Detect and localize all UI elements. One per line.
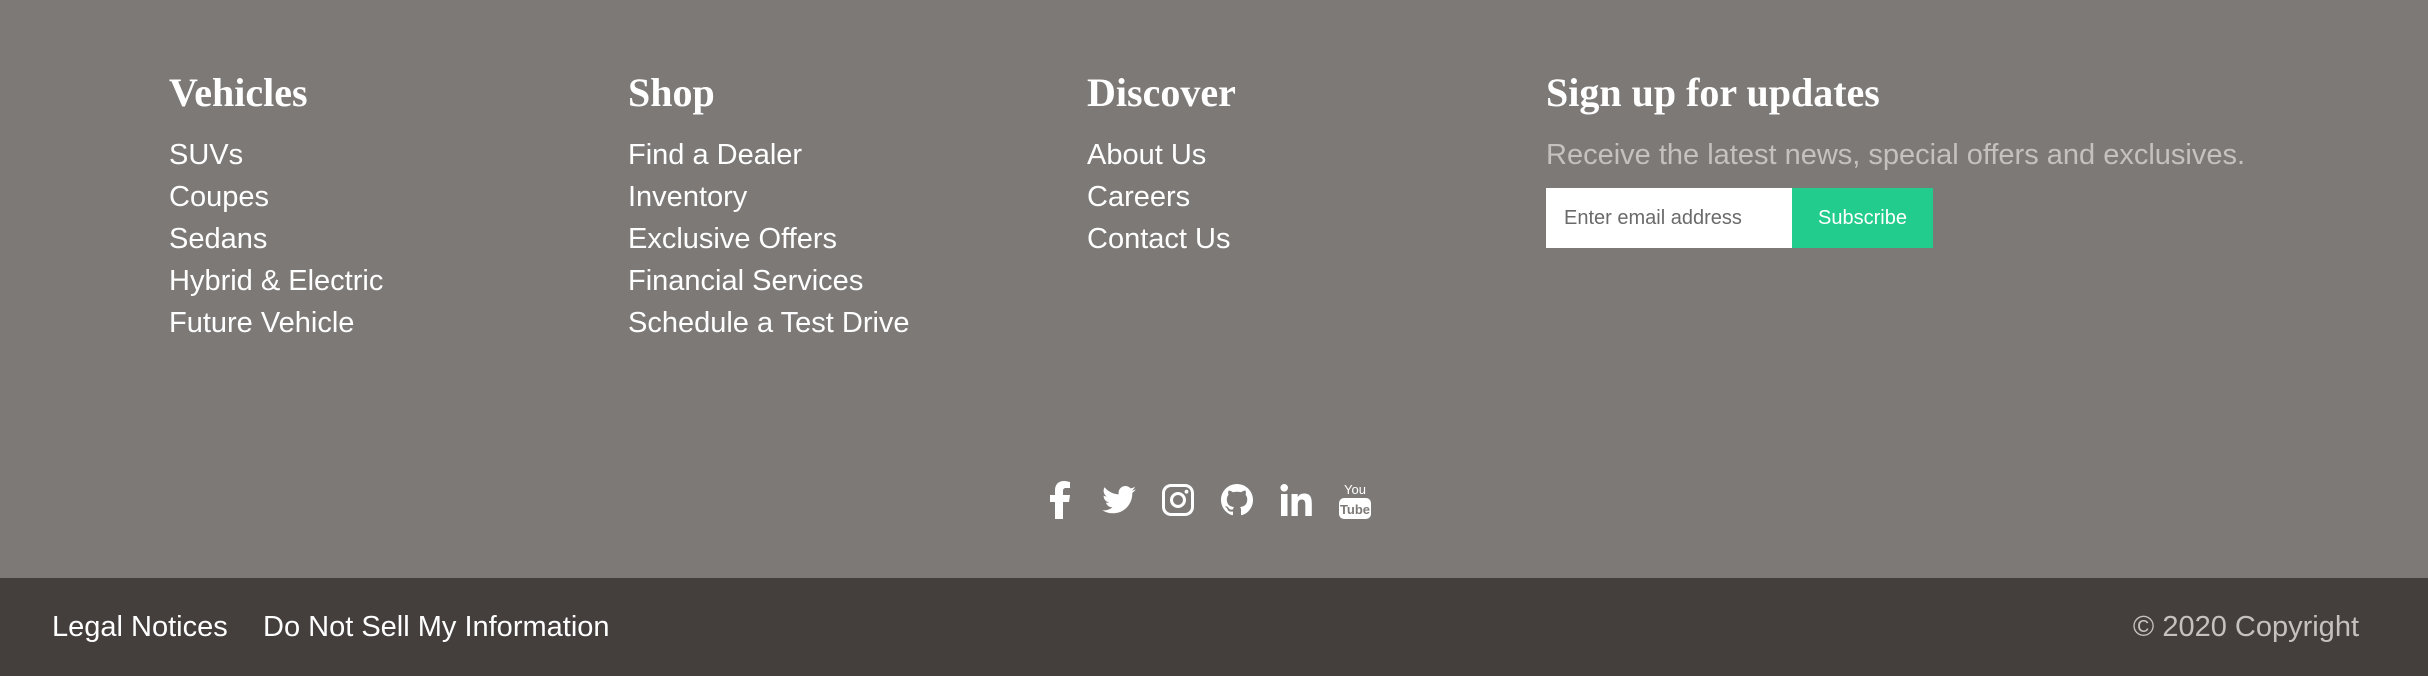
shop-links: Find a Dealer Inventory Exclusive Offers…	[628, 134, 910, 344]
discover-column: Discover About Us Careers Contact Us	[1087, 66, 1236, 260]
signup-column: Sign up for updates Receive the latest n…	[1546, 66, 2245, 248]
link-suvs[interactable]: SUVs	[169, 134, 383, 176]
link-future-vehicle[interactable]: Future Vehicle	[169, 302, 383, 344]
do-not-sell-link[interactable]: Do Not Sell My Information	[263, 606, 610, 648]
signup-description: Receive the latest news, special offers …	[1546, 139, 2246, 171]
link-contact-us[interactable]: Contact Us	[1087, 218, 1236, 260]
linkedin-icon[interactable]	[1276, 480, 1316, 520]
subscribe-button[interactable]: Subscribe	[1792, 188, 1933, 248]
discover-heading: Discover	[1087, 70, 1236, 115]
link-exclusive-offers[interactable]: Exclusive Offers	[628, 218, 910, 260]
footer-main: Vehicles SUVs Coupes Sedans Hybrid & Ele…	[0, 0, 2428, 578]
link-hybrid-electric[interactable]: Hybrid & Electric	[169, 260, 383, 302]
link-financial-services[interactable]: Financial Services	[628, 260, 910, 302]
shop-heading: Shop	[628, 70, 715, 115]
twitter-icon[interactable]	[1099, 480, 1139, 520]
copyright-text: © 2020 Copyright	[2132, 611, 2359, 643]
youtube-icon[interactable]: You Tube	[1335, 480, 1375, 520]
vehicles-links: SUVs Coupes Sedans Hybrid & Electric Fut…	[169, 134, 383, 344]
signup-form: Subscribe	[1546, 188, 2245, 248]
social-links: You Tube	[1040, 480, 1375, 520]
discover-links: About Us Careers Contact Us	[1087, 134, 1236, 260]
link-find-dealer[interactable]: Find a Dealer	[628, 134, 910, 176]
svg-text:Tube: Tube	[1340, 502, 1370, 517]
instagram-icon[interactable]	[1158, 480, 1198, 520]
link-coupes[interactable]: Coupes	[169, 176, 383, 218]
vehicles-column: Vehicles SUVs Coupes Sedans Hybrid & Ele…	[169, 66, 383, 344]
signup-heading: Sign up for updates	[1546, 70, 1880, 115]
shop-column: Shop Find a Dealer Inventory Exclusive O…	[628, 66, 910, 344]
link-sedans[interactable]: Sedans	[169, 218, 383, 260]
email-input[interactable]	[1546, 188, 1792, 248]
vehicles-heading: Vehicles	[169, 70, 308, 115]
footer-bottom-bar: Legal Notices Do Not Sell My Information…	[0, 578, 2428, 676]
link-test-drive[interactable]: Schedule a Test Drive	[628, 302, 910, 344]
facebook-icon[interactable]	[1040, 480, 1080, 520]
link-careers[interactable]: Careers	[1087, 176, 1236, 218]
link-about-us[interactable]: About Us	[1087, 134, 1236, 176]
legal-notices-link[interactable]: Legal Notices	[52, 606, 228, 648]
link-inventory[interactable]: Inventory	[628, 176, 910, 218]
github-icon[interactable]	[1217, 480, 1257, 520]
svg-text:You: You	[1344, 482, 1366, 497]
